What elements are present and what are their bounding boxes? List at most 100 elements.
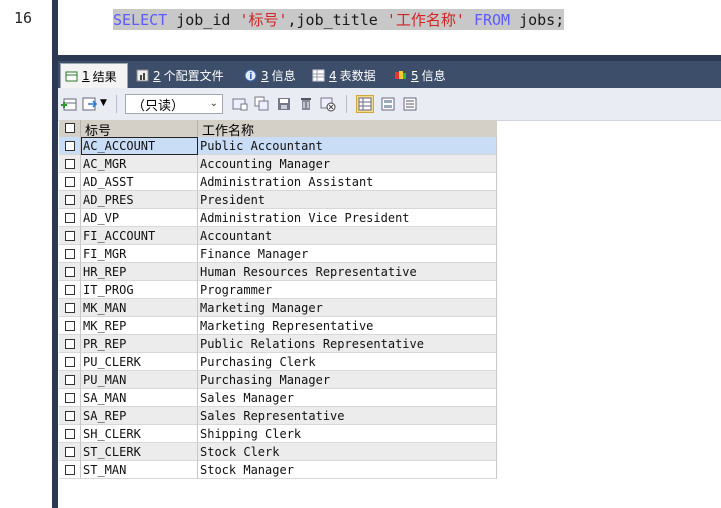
cell-job-title[interactable]: Administration Assistant — [198, 173, 497, 191]
text-view-icon[interactable] — [402, 96, 418, 112]
tab-table-data-num: 4 — [329, 68, 337, 83]
cell-job-title[interactable]: Shipping Clerk — [198, 425, 497, 443]
row-checkbox-cell — [59, 281, 81, 299]
cell-job-title[interactable]: Administration Vice President — [198, 209, 497, 227]
sql-editor[interactable]: 16 SELECT job_id '标号',job_title '工作名称' F… — [14, 0, 721, 55]
select-all-checkbox[interactable] — [65, 123, 75, 133]
row-checkbox[interactable] — [65, 195, 75, 205]
cell-job-id[interactable]: PU_MAN — [81, 371, 198, 389]
cell-job-title[interactable]: Accountant — [198, 227, 497, 245]
cell-job-title[interactable]: Accounting Manager — [198, 155, 497, 173]
editor-line[interactable]: 16 SELECT job_id '标号',job_title '工作名称' F… — [14, 9, 721, 30]
cell-job-id[interactable]: SA_REP — [81, 407, 198, 425]
row-checkbox[interactable] — [65, 249, 75, 259]
row-checkbox-cell — [59, 191, 81, 209]
row-checkbox[interactable] — [65, 141, 75, 151]
row-checkbox-cell — [59, 317, 81, 335]
chevron-down-icon[interactable]: ▼ — [100, 98, 116, 114]
cell-job-id[interactable]: FI_ACCOUNT — [81, 227, 198, 245]
add-row-icon[interactable] — [61, 96, 77, 112]
tab-info-2[interactable]: 5 信息 — [390, 63, 454, 88]
header-select-all[interactable] — [59, 120, 81, 137]
cell-job-id[interactable]: SA_MAN — [81, 389, 198, 407]
code-columns: job_id — [167, 11, 240, 29]
column-header-title[interactable]: 工作名称 — [198, 120, 497, 139]
row-checkbox[interactable] — [65, 231, 75, 241]
cell-job-id[interactable]: PR_REP — [81, 335, 198, 353]
row-checkbox[interactable] — [65, 411, 75, 421]
sql-statement[interactable]: SELECT job_id '标号',job_title '工作名称' FROM… — [113, 9, 565, 30]
delete-icon[interactable] — [298, 96, 314, 112]
row-checkbox[interactable] — [65, 285, 75, 295]
code-table: jobs; — [510, 11, 565, 29]
row-checkbox[interactable] — [65, 213, 75, 223]
insert-row-icon[interactable] — [232, 96, 248, 112]
cell-job-id[interactable]: AD_ASST — [81, 173, 198, 191]
cell-job-title[interactable]: Stock Clerk — [198, 443, 497, 461]
cell-job-title[interactable]: Public Accountant — [198, 137, 497, 155]
tab-profiles-label: 个配置文件 — [163, 69, 224, 83]
row-checkbox[interactable] — [65, 267, 75, 277]
row-checkbox[interactable] — [65, 321, 75, 331]
toolbar-divider — [116, 95, 117, 113]
cell-job-id[interactable]: IT_PROG — [81, 281, 198, 299]
cell-job-title[interactable]: Stock Manager — [198, 461, 497, 479]
tab-results-label: 结果 — [92, 69, 117, 84]
grid-result-icon — [65, 70, 78, 83]
cell-job-title[interactable]: Purchasing Clerk — [198, 353, 497, 371]
tab-info-label: 信息 — [271, 69, 296, 83]
column-header-id[interactable]: 标号 — [81, 120, 198, 139]
row-checkbox[interactable] — [65, 357, 75, 367]
row-checkbox-cell — [59, 425, 81, 443]
tab-table-data[interactable]: 4 表数据 — [308, 63, 386, 88]
cell-job-id[interactable]: AC_ACCOUNT — [81, 137, 198, 155]
row-checkbox[interactable] — [65, 429, 75, 439]
cell-job-title[interactable]: Sales Representative — [198, 407, 497, 425]
duplicate-row-icon[interactable] — [254, 96, 270, 112]
tab-info-num: 3 — [261, 68, 269, 83]
cell-job-title[interactable]: Human Resources Representative — [198, 263, 497, 281]
form-view-icon[interactable] — [380, 96, 396, 112]
row-checkbox-cell — [59, 335, 81, 353]
tab-table-data-label: 表数据 — [339, 69, 376, 83]
save-icon[interactable] — [276, 96, 292, 112]
cell-job-id[interactable]: AD_VP — [81, 209, 198, 227]
tab-results[interactable]: 1 结果 — [60, 63, 128, 88]
row-checkbox[interactable] — [65, 303, 75, 313]
cell-job-title[interactable]: Finance Manager — [198, 245, 497, 263]
tab-info[interactable]: 3 信息 — [240, 63, 304, 88]
cell-job-title[interactable]: President — [198, 191, 497, 209]
cell-job-id[interactable]: AD_PRES — [81, 191, 198, 209]
grid-view-icon[interactable] — [356, 95, 374, 113]
row-checkbox-cell — [59, 371, 81, 389]
cell-job-title[interactable]: Programmer — [198, 281, 497, 299]
cell-job-id[interactable]: ST_MAN — [81, 461, 198, 479]
cell-job-title[interactable]: Public Relations Representative — [198, 335, 497, 353]
cell-job-title[interactable]: Sales Manager — [198, 389, 497, 407]
row-checkbox[interactable] — [65, 465, 75, 475]
cell-job-id[interactable]: PU_CLERK — [81, 353, 198, 371]
row-checkbox-cell — [59, 263, 81, 281]
cancel-changes-icon[interactable] — [320, 96, 336, 112]
row-checkbox[interactable] — [65, 447, 75, 457]
cell-job-id[interactable]: FI_MGR — [81, 245, 198, 263]
row-checkbox[interactable] — [65, 159, 75, 169]
cell-job-id[interactable]: ST_CLERK — [81, 443, 198, 461]
row-checkbox[interactable] — [65, 393, 75, 403]
cell-job-id[interactable]: MK_REP — [81, 317, 198, 335]
cell-job-id[interactable]: AC_MGR — [81, 155, 198, 173]
cell-job-id[interactable]: SH_CLERK — [81, 425, 198, 443]
cell-job-title[interactable]: Marketing Representative — [198, 317, 497, 335]
tab-info-2-num: 5 — [411, 68, 419, 83]
read-only-select[interactable]: （只读） ⌄ — [125, 94, 223, 114]
profile-icon — [136, 69, 149, 82]
tab-profiles[interactable]: 2 个配置文件 — [132, 63, 236, 88]
row-checkbox[interactable] — [65, 375, 75, 385]
export-icon[interactable] — [82, 96, 98, 112]
cell-job-title[interactable]: Marketing Manager — [198, 299, 497, 317]
cell-job-title[interactable]: Purchasing Manager — [198, 371, 497, 389]
row-checkbox[interactable] — [65, 339, 75, 349]
cell-job-id[interactable]: MK_MAN — [81, 299, 198, 317]
cell-job-id[interactable]: HR_REP — [81, 263, 198, 281]
row-checkbox[interactable] — [65, 177, 75, 187]
